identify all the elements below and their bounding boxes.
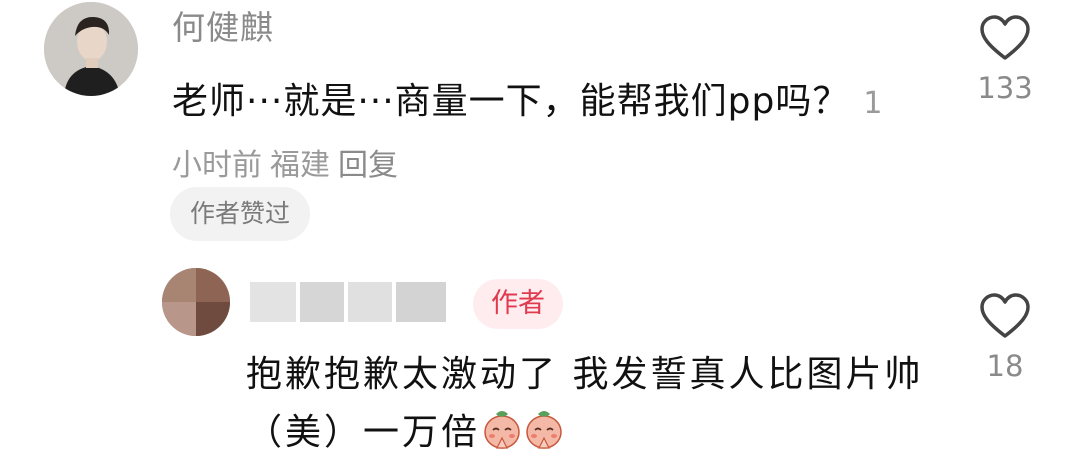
comment-body[interactable]: 老师···就是···商量一下，能帮我们pp吗？ 1小时前 福建 回复 (172, 72, 892, 196)
user-avatar[interactable] (44, 2, 138, 96)
comment-location: 福建 (270, 148, 330, 183)
comment-username[interactable]: 何健麒 (172, 6, 274, 50)
comment-like-button[interactable]: 133 (965, 14, 1045, 106)
pray-face-emoji (484, 411, 520, 449)
pray-face-emoji (526, 411, 562, 449)
reply-like-button[interactable]: 18 (965, 292, 1045, 384)
reply-like-count: 18 (986, 349, 1024, 383)
author-liked-chip: 作者赞过 (170, 187, 311, 241)
reply-avatar[interactable] (162, 268, 230, 336)
comment-like-count: 133 (977, 71, 1033, 105)
author-tag: 作者 (473, 279, 563, 329)
heart-outline-icon[interactable] (978, 14, 1032, 62)
reply-username-blurred[interactable] (250, 282, 450, 322)
heart-outline-icon[interactable] (978, 292, 1032, 340)
reply-text: 抱歉抱歉太激动了 我发誓真人比图片帅（美）一万倍 (246, 354, 924, 453)
reply-body[interactable]: 抱歉抱歉太激动了 我发誓真人比图片帅（美）一万倍 (246, 346, 946, 462)
comment-text: 老师···就是···商量一下，能帮我们pp吗？ (172, 81, 850, 122)
reply-button[interactable]: 回复 (338, 148, 398, 183)
